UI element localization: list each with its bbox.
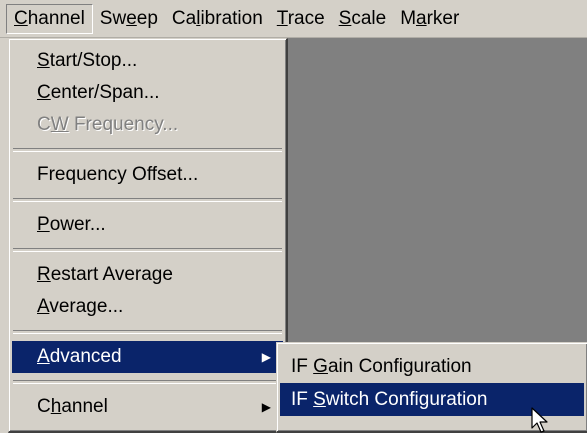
mouse-pointer-icon xyxy=(531,407,548,433)
menu-separator xyxy=(13,380,282,384)
submenu-arrow-icon: ▶ xyxy=(261,350,271,364)
menu-separator xyxy=(13,148,282,152)
menu-item-start-stop[interactable]: Start/Stop... xyxy=(12,45,283,77)
menu-item-power[interactable]: Power... xyxy=(12,209,283,241)
menu-item-cw-frequency: CW Frequency... xyxy=(37,114,179,135)
menu-bar: Channel Sweep Calibration Trace Scale Ma… xyxy=(0,0,587,38)
menu-scale[interactable]: Scale xyxy=(332,4,394,34)
menu-separator xyxy=(13,248,282,252)
menu-marker[interactable]: Marker xyxy=(393,4,466,34)
submenu-arrow-icon: ▶ xyxy=(261,400,271,414)
menu-item-center-span[interactable]: Center/Span... xyxy=(12,77,283,109)
menu-item-if-gain-configuration[interactable]: IF Gain Configuration xyxy=(280,350,584,383)
menu-trace[interactable]: Trace xyxy=(270,4,332,34)
menu-item-advanced[interactable]: Advanced ▶ xyxy=(12,341,283,373)
menu-item-channel[interactable]: Channel ▶ xyxy=(12,391,283,423)
menu-separator xyxy=(13,330,282,334)
menu-item-average[interactable]: Average... xyxy=(12,291,283,323)
menu-channel[interactable]: Channel xyxy=(6,3,93,34)
menu-item-frequency-offset[interactable]: Frequency Offset... xyxy=(12,159,283,191)
channel-dropdown-menu: Start/Stop... Center/Span... CW Frequenc… xyxy=(8,38,288,433)
menu-item-restart-average[interactable]: Restart Average xyxy=(12,259,283,291)
menu-sweep[interactable]: Sweep xyxy=(93,4,165,34)
window-edge xyxy=(0,38,8,433)
menu-calibration[interactable]: Calibration xyxy=(165,4,270,34)
menu-separator xyxy=(13,198,282,202)
